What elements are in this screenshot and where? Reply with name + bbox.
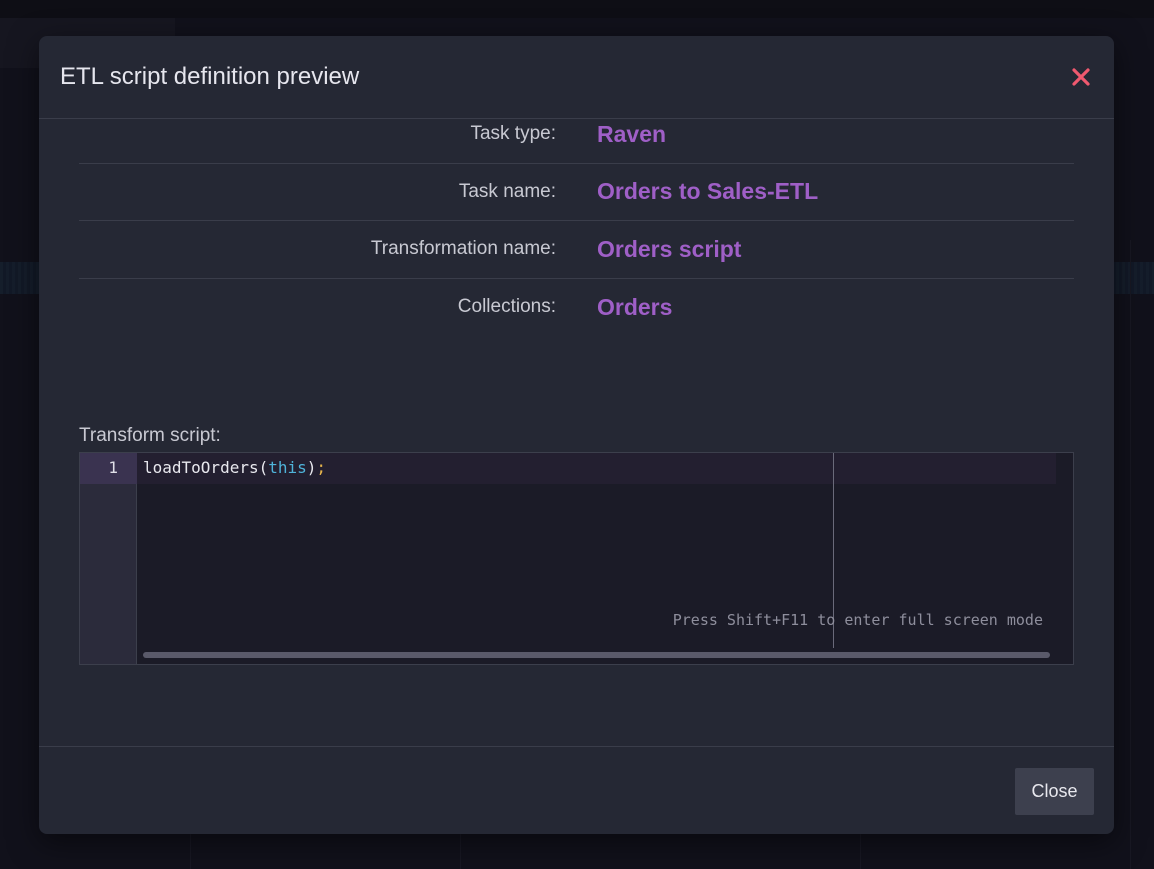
property-label: Transformation name:: [370, 238, 556, 260]
transform-script-label: Transform script:: [79, 425, 221, 446]
property-value: Orders to Sales-ETL: [597, 178, 819, 205]
property-row-collections: Collections: Orders: [79, 279, 1074, 337]
editor-gutter: [80, 453, 137, 664]
code-function: loadToOrders(: [143, 458, 269, 477]
script-editor[interactable]: 1 loadToOrders(this); Press Shift+F11 to…: [79, 452, 1074, 665]
property-label: Task name:: [458, 180, 556, 202]
property-label: Collections:: [457, 296, 556, 318]
line-number: 1: [108, 458, 118, 477]
fullscreen-hint: Press Shift+F11 to enter full screen mod…: [672, 611, 1043, 629]
dialog-title: ETL script definition preview: [60, 63, 360, 90]
horizontal-scrollbar[interactable]: [143, 652, 1050, 658]
property-list: Task type: Raven Task name: Orders to Sa…: [79, 106, 1074, 336]
property-value: Orders script: [597, 235, 742, 262]
property-value: Orders: [597, 293, 673, 320]
code-paren: ): [306, 458, 317, 477]
code-semicolon: ;: [316, 458, 327, 477]
etl-preview-dialog: ETL script definition preview Task type:…: [39, 36, 1114, 834]
close-icon[interactable]: [1069, 65, 1093, 89]
close-button[interactable]: Close: [1015, 768, 1094, 815]
code-line[interactable]: loadToOrders(this);: [143, 458, 326, 477]
code-keyword: this: [268, 458, 307, 477]
dialog-footer: Close: [39, 746, 1114, 834]
property-label: Task type:: [470, 123, 556, 145]
property-row-task-type: Task type: Raven: [79, 106, 1074, 164]
property-value: Raven: [597, 120, 667, 147]
property-row-task-name: Task name: Orders to Sales-ETL: [79, 164, 1074, 221]
property-row-transformation-name: Transformation name: Orders script: [79, 221, 1074, 279]
